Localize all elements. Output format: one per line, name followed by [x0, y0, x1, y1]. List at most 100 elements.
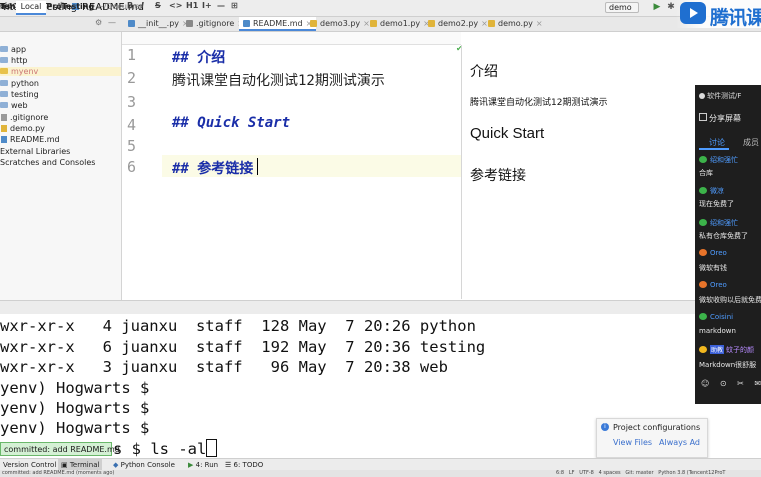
line-number: 2 — [126, 69, 136, 87]
terminal-tab-local[interactable]: Local — [16, 1, 46, 15]
run-icon[interactable]: ▶ — [652, 2, 662, 12]
tree-item-label: python — [11, 79, 39, 88]
tree-item-web[interactable]: web — [0, 101, 28, 110]
tab-discussion[interactable]: 讨论 — [709, 137, 725, 148]
chat-sender: Coisini — [699, 313, 733, 321]
line-number: 3 — [126, 93, 136, 111]
tree-item-external-libraries[interactable]: External Libraries — [0, 147, 70, 156]
heading-marker: ## — [172, 50, 189, 66]
todo-icon: ☰ — [225, 461, 234, 469]
tool-label: Terminal — [69, 461, 100, 469]
terminal-command: s $ ls -al — [113, 440, 207, 458]
tree-item-readme[interactable]: README.md — [0, 135, 60, 144]
avatar — [699, 219, 707, 226]
tree-item-myenv[interactable]: myenv — [0, 67, 121, 76]
line-number: 6 — [126, 158, 136, 176]
strike-button[interactable]: S — [155, 1, 161, 10]
terminal-icon: ▣ — [61, 461, 70, 469]
share-screen-icon[interactable] — [699, 113, 707, 121]
project-root-path: ~/Documer — [97, 2, 143, 11]
tree-item-label: Scratches and Consoles — [0, 158, 96, 167]
editor-line-2: 腾讯课堂自动化测试12期测试演示 — [172, 70, 385, 90]
tab-readme[interactable]: README.md × — [239, 17, 317, 31]
tree-item-scratches[interactable]: Scratches and Consoles — [0, 158, 95, 167]
folder-icon — [0, 57, 8, 63]
heading-text: Quick Start — [197, 115, 291, 131]
always-add-link[interactable]: Always Ad — [659, 438, 700, 447]
tree-item-testing[interactable]: testing — [0, 90, 39, 99]
logo-triangle — [690, 8, 698, 18]
tree-item-label: http — [11, 56, 28, 65]
terminal-line: yenv) Hogwarts $ — [0, 399, 150, 417]
avatar — [699, 187, 707, 194]
tool-label: 4: Run — [195, 461, 219, 469]
chat-sender: Oreo — [699, 281, 727, 289]
tree-item-label: app — [11, 45, 27, 54]
sender-name: 绍和强忙 — [710, 156, 738, 164]
editor-line-1: ## 介绍 — [172, 47, 225, 67]
debug-icon[interactable]: ✱ — [666, 2, 676, 12]
indent-button[interactable]: I+ — [202, 1, 212, 10]
tree-item-label: myenv — [11, 67, 39, 76]
run-icon: ▶ — [188, 461, 196, 469]
python-file-icon — [370, 20, 377, 27]
tree-item-label: External Libraries — [0, 147, 71, 156]
preview-heading-3: 参考链接 — [470, 168, 526, 184]
markdown-file-icon — [1, 136, 7, 143]
view-files-link[interactable]: View Files — [613, 438, 652, 447]
tree-item-label: testing — [11, 90, 39, 99]
close-icon[interactable]: × — [536, 19, 543, 28]
tree-item-http[interactable]: http — [0, 56, 27, 65]
hr-button[interactable]: — — [217, 1, 225, 10]
chat-message: 合库 — [699, 169, 713, 177]
folder-icon — [0, 102, 8, 108]
sender-name: Oreo — [710, 249, 727, 257]
preview-heading-2: Quick Start — [470, 125, 545, 142]
chat-sender: Oreo — [699, 249, 727, 257]
chat-sender: 助教 蚊子的颜 — [699, 345, 754, 355]
line-number: 5 — [126, 137, 136, 155]
chat-message: markdown — [699, 327, 736, 335]
avatar — [699, 249, 707, 256]
python-file-icon — [1, 125, 7, 132]
line-number: 1 — [126, 46, 136, 64]
close-window-dot[interactable] — [699, 93, 705, 99]
tab-demo3[interactable]: demo3.py × — [306, 17, 374, 31]
tree-item-python[interactable]: python — [0, 79, 39, 88]
new-terminal-button[interactable]: + — [57, 0, 65, 11]
tab-underline — [699, 148, 729, 150]
tab-demo2[interactable]: demo2.py × — [424, 17, 492, 31]
markdown-toolbar — [122, 32, 461, 45]
commit-toast[interactable]: committed: add README.md — [0, 442, 120, 456]
chat-message: Markdown很舒服 — [699, 361, 757, 369]
tree-item-label: web — [11, 101, 28, 110]
italic-button[interactable]: I — [141, 1, 144, 10]
folder-icon — [0, 68, 8, 74]
code-button[interactable]: <> — [169, 1, 182, 10]
bold-button[interactable]: B — [127, 1, 133, 10]
tree-item-demo[interactable]: demo.py — [0, 124, 45, 133]
avatar — [699, 313, 707, 320]
editor-line-4: ## Quick Start — [172, 115, 290, 131]
table-button[interactable]: ⊞ — [231, 1, 238, 10]
terminal-line: yenv) Hogwarts $ — [0, 419, 150, 437]
paragraph-text: 腾讯课堂自动化测试12期测试演示 — [172, 73, 385, 89]
gear-icon[interactable]: ⚙ — [95, 18, 102, 27]
tree-item-app[interactable]: app — [0, 45, 26, 54]
tab-label: demo3.py — [320, 19, 361, 28]
hide-icon[interactable]: — — [108, 18, 116, 27]
tab-label: demo1.py — [380, 19, 421, 28]
file-icon — [186, 20, 193, 27]
chat-title: 软件测试/F — [707, 92, 742, 100]
heading-text: 参考链接 — [197, 161, 254, 177]
tab-members[interactable]: 成员 — [743, 137, 759, 148]
heading-marker: ## — [172, 161, 189, 177]
tree-item-gitignore[interactable]: .gitignore — [0, 113, 48, 122]
heading-button[interactable]: H1 — [186, 1, 198, 10]
status-right: 6:8 LF UTF-8 4 spaces Git: master Python… — [556, 470, 726, 476]
share-screen-button[interactable]: 分享屏幕 — [709, 113, 741, 124]
tab-label: README.md — [253, 19, 303, 28]
chat-input-toolbar[interactable]: ☺ ⊙ ✂ ✉ ≡ — [701, 379, 761, 388]
run-config-select[interactable]: demo — [605, 2, 639, 13]
tab-demo[interactable]: demo.py × — [484, 17, 547, 31]
